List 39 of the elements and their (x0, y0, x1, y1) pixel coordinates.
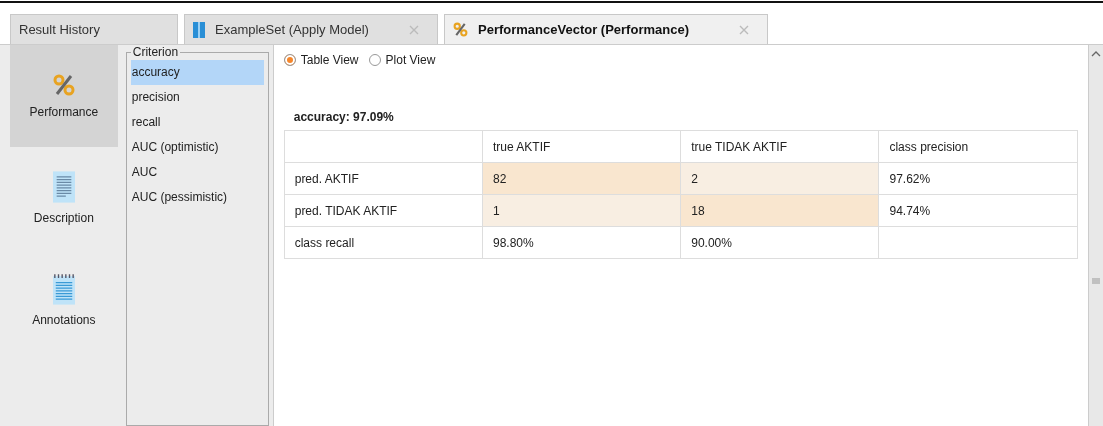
criterion-title: Criterion (131, 45, 180, 59)
result-tab[interactable]: PerformanceVector (Performance) (444, 14, 768, 44)
result-tab[interactable]: Result History (10, 14, 178, 44)
row-header: class recall (284, 226, 483, 259)
criterion-item[interactable]: AUC (130, 160, 264, 185)
close-icon[interactable] (409, 24, 419, 35)
criterion-item[interactable]: AUC (optimistic) (130, 135, 264, 160)
grip-icon (1091, 278, 1100, 284)
criterion-item[interactable]: accuracy (130, 60, 264, 85)
table-cell: 98.80% (482, 226, 681, 259)
table-cell: 2 (680, 162, 879, 195)
criterion-item[interactable]: recall (130, 110, 264, 135)
close-icon[interactable] (739, 24, 749, 35)
result-title: accuracy: 97.09% (293, 110, 395, 124)
row-header: pred. AKTIF (284, 162, 483, 195)
percent-icon (453, 22, 468, 37)
view-button[interactable]: Annotations (10, 249, 118, 351)
view-mode-radio[interactable]: Table View (283, 53, 359, 67)
table-icon (193, 21, 205, 38)
document-icon (52, 171, 75, 203)
view-button[interactable]: Performance (10, 45, 118, 147)
view-button[interactable]: Description (10, 147, 118, 249)
column-header: true TIDAK AKTIF (680, 130, 879, 163)
row-header: pred. TIDAK AKTIF (284, 194, 483, 227)
table-cell: 94.74% (878, 194, 1078, 227)
table-cell: 90.00% (680, 226, 879, 259)
table-cell: 82 (482, 162, 681, 195)
column-header: class precision (878, 130, 1078, 163)
criterion-item[interactable]: AUC (pessimistic) (130, 185, 264, 210)
criterion-item[interactable]: precision (130, 85, 264, 110)
notepad-icon (52, 273, 75, 305)
table-cell: 97.62% (878, 162, 1078, 195)
view-mode-radio[interactable]: Plot View (368, 53, 436, 67)
table-cell: 1 (482, 194, 681, 227)
scroll-up-icon[interactable] (1090, 51, 1101, 57)
table-cell: 18 (680, 194, 879, 227)
result-tab[interactable]: ExampleSet (Apply Model) (184, 14, 438, 44)
percent-icon (51, 73, 76, 97)
column-header: true AKTIF (482, 130, 681, 163)
